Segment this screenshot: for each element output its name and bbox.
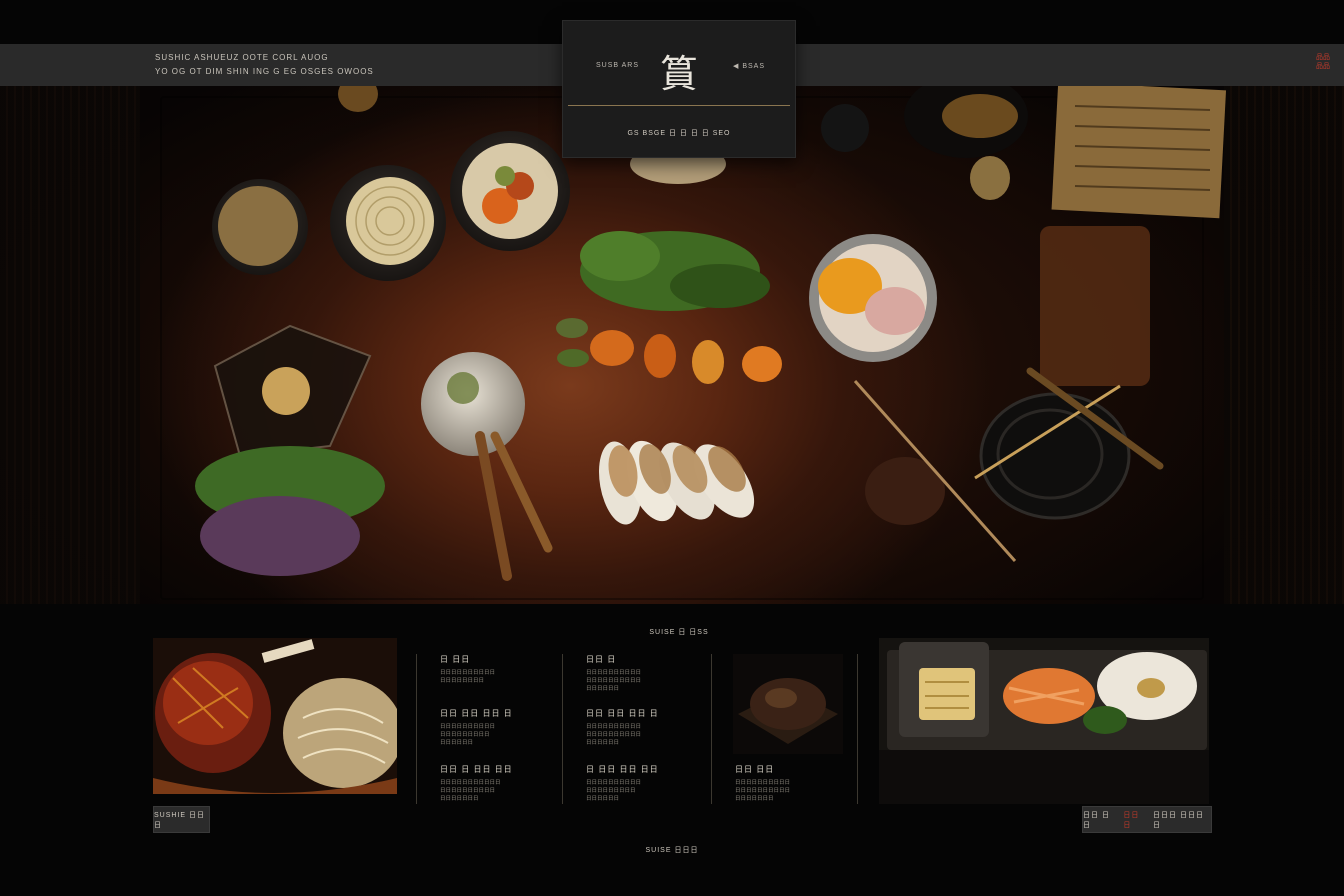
- menu-item[interactable]: 日日 日 日日日日日日日日日日 日日日日日日日日日日 日日日日日日: [586, 654, 706, 693]
- menu-item[interactable]: 日 日日 日日日日日日日日日日 日日日日日日日日: [440, 654, 560, 685]
- section-label: SUISE 日 日SS: [649, 629, 709, 636]
- tagline-line-2: YO OG OT DIM SHIN ING G EG OSGES OWOOS: [155, 67, 374, 76]
- wooden-rack: [1040, 226, 1150, 386]
- menu-item[interactable]: 日日 日日 日日 日 日日日日日日日日日日 日日日日日日日日日日 日日日日日日: [586, 708, 706, 747]
- tempura-row: [556, 318, 782, 384]
- footer-label: SUISE 日日日: [645, 847, 699, 854]
- menu-item-desc: 日日日日日日日日日日 日日日日日日日日日日 日日日日日日: [586, 670, 642, 692]
- menu-item[interactable]: 日日 日日 日日日日日日日日日日 日日日日日日日日日日 日日日日日日日: [735, 764, 855, 803]
- garnish-ball: [970, 156, 1010, 200]
- black-bowl: [979, 392, 1131, 520]
- menu-item-desc: 日日日日日日日日日日 日日日日日日日日日日 日日日日日日: [586, 724, 642, 746]
- right-button-label-b[interactable]: 日日日 日日日日: [1153, 810, 1211, 830]
- language-option[interactable]: 品品: [1316, 62, 1330, 71]
- logo-right-label[interactable]: ◀ BSAS: [733, 62, 765, 70]
- language-option[interactable]: 品品: [1316, 53, 1330, 62]
- hero-image: [0, 86, 1344, 604]
- menu-item-title: 日日 日日 日日 日: [586, 709, 659, 718]
- gold-divider: [568, 105, 790, 106]
- left-button[interactable]: SUSHIE 日日日: [153, 806, 210, 833]
- menu-item-desc: 日日日日日日日日日日日 日日日日日日日日日日 日日日日日日日: [440, 780, 501, 802]
- menu-item-title: 日日 日 日日 日日: [440, 765, 513, 774]
- menu-item[interactable]: 日 日日 日日 日日 日日日日日日日日日日 日日日日日日日日日 日日日日日日: [586, 764, 706, 803]
- menu-item-title: 日日 日日 日日 日: [440, 709, 513, 718]
- purple-cabbage: [200, 496, 360, 576]
- spice-ball: [338, 86, 378, 112]
- herb-sprigs: [580, 231, 770, 311]
- menu-item[interactable]: 日日 日日 日日 日 日日日日日日日日日日 日日日日日日日日日 日日日日日日: [440, 708, 560, 747]
- logo-mark[interactable]: 篔: [563, 43, 795, 98]
- right-button-label-a[interactable]: 日日 日日: [1083, 810, 1117, 830]
- left-button-label: SUSHIE 日日日: [154, 811, 206, 829]
- menu-item-title: 日 日日: [440, 655, 471, 664]
- logo-card: SUSB ARS 篔 ◀ BSAS GS BSGE 日 日 日 日 SEO: [562, 20, 796, 158]
- menu-item[interactable]: 日日 日 日日 日日 日日日日日日日日日日日 日日日日日日日日日日 日日日日日日…: [440, 764, 560, 803]
- rice-bowl: [421, 352, 525, 456]
- right-button-accent[interactable]: 日日日: [1123, 810, 1147, 830]
- language-switcher[interactable]: 品品 品品: [1316, 53, 1330, 71]
- nigiri-row: [598, 440, 755, 525]
- tagline-line-1: SUSHIC ASHUEUZ OOTE CORL AUOG: [155, 53, 329, 62]
- food-spread-illustration: [195, 86, 1227, 581]
- menu-item-title: 日日 日: [586, 655, 617, 664]
- menu-item-title: 日 日日 日日 日日: [586, 765, 659, 774]
- menu-item-desc: 日日日日日日日日日日 日日日日日日日日日 日日日日日日: [586, 780, 642, 802]
- logo-subtitle: GS BSGE 日 日 日 日 SEO: [627, 130, 731, 137]
- dish-photo-small[interactable]: [733, 654, 843, 754]
- dish-photo-right[interactable]: [879, 638, 1209, 804]
- right-button-group[interactable]: 日日 日日 日日日 日日日 日日日日: [1082, 806, 1212, 833]
- menu-item-desc: 日日日日日日日日日日 日日日日日日日日日 日日日日日日: [440, 724, 496, 746]
- menu-item-desc: 日日日日日日日日日日 日日日日日日日日日日 日日日日日日日: [735, 780, 791, 802]
- menu-item-title: 日日 日日: [735, 765, 775, 774]
- small-cup: [821, 104, 869, 152]
- menu-item-desc: 日日日日日日日日日日 日日日日日日日日: [440, 670, 496, 684]
- dish-photo-left[interactable]: [153, 638, 397, 794]
